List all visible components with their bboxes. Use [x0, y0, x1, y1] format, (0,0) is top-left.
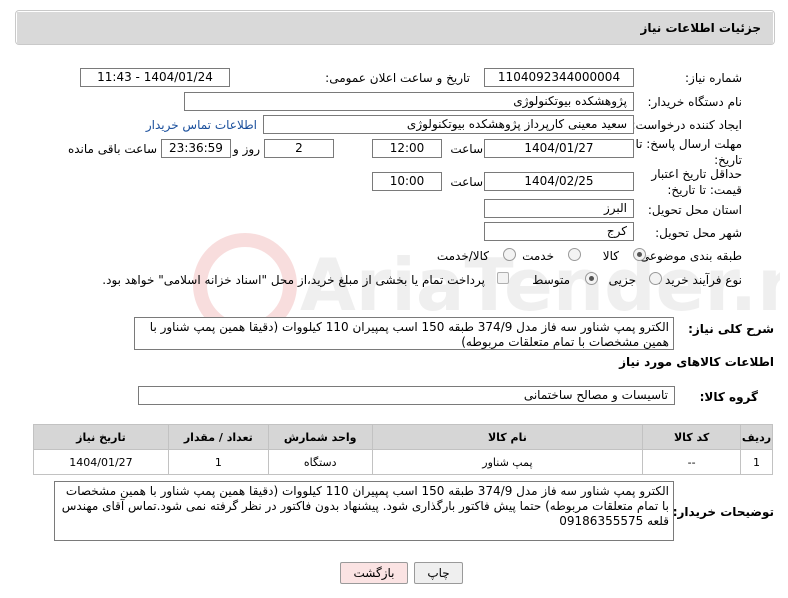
- description-field: الکترو پمپ شناور سه فاز مدل 374/9 طبقه 1…: [134, 317, 674, 350]
- price-validity-time-field: 10:00: [372, 172, 442, 191]
- header-panel: جزئیات اطلاعات نیاز: [15, 10, 775, 45]
- category-goods-label: کالا: [602, 249, 619, 263]
- reply-time-label: ساعت: [450, 142, 483, 156]
- city-label: شهر محل تحویل:: [655, 226, 742, 240]
- buyer-contact-link[interactable]: اطلاعات تماس خریدار: [146, 118, 257, 132]
- cell-row: 1: [740, 449, 773, 475]
- description-label: شرح کلی نیاز:: [688, 322, 774, 336]
- category-service-radio[interactable]: [568, 248, 581, 261]
- buyer-notes-field: الکترو پمپ شناور سه فاز مدل 374/9 طبقه 1…: [54, 481, 674, 541]
- requester-field: سعید معینی کارپرداز پژوهشکده بیوتکنولوژی: [263, 115, 634, 134]
- process-minor-radio[interactable]: [649, 272, 662, 285]
- buyer-org-field: پژوهشکده بیوتکنولوژی: [184, 92, 634, 111]
- back-button[interactable]: بازگشت: [340, 562, 408, 584]
- reply-time-field: 12:00: [372, 139, 442, 158]
- province-label: استان محل تحویل:: [647, 203, 742, 217]
- col-code: کد کالا: [642, 424, 742, 450]
- remaining-time-field: 23:36:59: [161, 139, 231, 158]
- goods-group-field: تاسیسات و مصالح ساختمانی: [138, 386, 675, 405]
- requester-label: ایجاد کننده درخواست:: [631, 118, 742, 132]
- category-both-radio[interactable]: [503, 248, 516, 261]
- cell-code: --: [642, 449, 742, 475]
- reply-date-field: 1404/01/27: [484, 139, 634, 158]
- col-date: تاریخ نیاز: [33, 424, 169, 450]
- goods-table: ردیف کد کالا نام کالا واحد شمارش تعداد /…: [33, 424, 773, 475]
- goods-table-header: ردیف کد کالا نام کالا واحد شمارش تعداد /…: [33, 424, 773, 450]
- price-validity-label: حداقل تاریخ اعتبار قیمت: تا تاریخ:: [651, 167, 742, 197]
- remaining-time-label: ساعت باقی مانده: [67, 142, 157, 156]
- process-medium-label: متوسط: [532, 273, 570, 287]
- need-number-field: 1104092344000004: [484, 68, 634, 87]
- process-minor-label: جزیی: [608, 273, 636, 287]
- price-validity-time-label: ساعت: [450, 175, 483, 189]
- category-label: طبقه بندی موضوعی:: [635, 249, 742, 263]
- days-label: روز و: [233, 142, 260, 156]
- city-field: کرج: [484, 222, 634, 241]
- need-number-label: شماره نیاز:: [685, 71, 742, 85]
- col-row: ردیف: [740, 424, 773, 450]
- buyer-notes-label: توضیحات خریدار:: [672, 505, 774, 519]
- page-title: جزئیات اطلاعات نیاز: [17, 12, 773, 44]
- cell-unit: دستگاه: [267, 449, 373, 475]
- process-type-label: نوع فرآیند خرید :: [657, 273, 742, 287]
- reply-days-field: 2: [264, 139, 334, 158]
- treasury-payment-note: پرداخت تمام یا بخشی از مبلغ خرید،از محل …: [102, 273, 485, 287]
- table-row: 1 -- پمپ شناور دستگاه 1 1404/01/27: [33, 449, 773, 475]
- cell-date: 1404/01/27: [33, 449, 169, 475]
- category-service-label: خدمت: [522, 249, 554, 263]
- reply-deadline-label: مهلت ارسال پاسخ: تا تاریخ:: [635, 137, 742, 167]
- price-validity-date-field: 1404/02/25: [484, 172, 634, 191]
- goods-section-title: اطلاعات کالاهای مورد نیاز: [619, 355, 774, 369]
- goods-group-label: گروه کالا:: [699, 390, 758, 404]
- buyer-org-label: نام دستگاه خریدار:: [647, 95, 743, 109]
- province-field: البرز: [484, 199, 634, 218]
- process-medium-radio[interactable]: [585, 272, 598, 285]
- category-goods-radio[interactable]: [633, 248, 646, 261]
- col-qty: تعداد / مقدار: [167, 424, 269, 450]
- print-button[interactable]: چاپ: [414, 562, 463, 584]
- treasury-payment-checkbox[interactable]: [497, 272, 509, 284]
- category-both-label: کالا/خدمت: [436, 249, 489, 263]
- cell-qty: 1: [167, 449, 269, 475]
- announce-datetime-field: 1404/01/24 - 11:43: [80, 68, 230, 87]
- col-name: نام کالا: [371, 424, 644, 450]
- announce-datetime-label: تاریخ و ساعت اعلان عمومی:: [325, 71, 470, 85]
- col-unit: واحد شمارش: [267, 424, 373, 450]
- cell-name: پمپ شناور: [371, 449, 644, 475]
